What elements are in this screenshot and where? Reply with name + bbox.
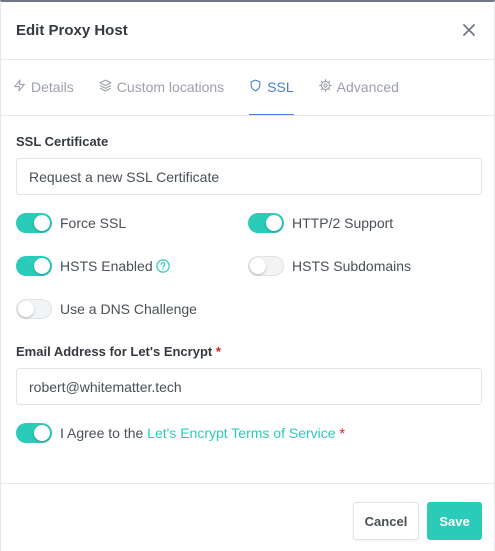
force-ssl-toggle[interactable] bbox=[16, 212, 52, 233]
ssl-certificate-select[interactable]: Request a new SSL Certificate bbox=[16, 158, 482, 195]
dns-challenge-toggle[interactable] bbox=[16, 298, 52, 319]
layers-icon bbox=[99, 79, 112, 95]
shield-icon bbox=[249, 79, 262, 95]
ssl-form: SSL Certificate Request a new SSL Certif… bbox=[1, 116, 494, 454]
close-icon[interactable] bbox=[460, 21, 478, 39]
email-value: robert@whitematter.tech bbox=[29, 378, 182, 395]
agree-terms-label: I Agree to the Let's Encrypt Terms of Se… bbox=[60, 425, 345, 441]
gear-icon bbox=[318, 79, 332, 95]
http2-support-toggle[interactable] bbox=[248, 212, 284, 233]
agree-required-mark: * bbox=[339, 424, 345, 441]
terms-of-service-link[interactable]: Let's Encrypt Terms of Service bbox=[147, 425, 335, 441]
modal-footer: Cancel Save bbox=[1, 483, 494, 551]
agree-row: I Agree to the Let's Encrypt Terms of Se… bbox=[16, 411, 480, 454]
lightning-icon bbox=[13, 79, 26, 95]
modal-header: Edit Proxy Host bbox=[1, 2, 494, 60]
agree-prefix: I Agree to the bbox=[60, 424, 148, 441]
tab-ssl[interactable]: SSL bbox=[249, 60, 294, 115]
hsts-enabled-label: HSTS Enabled bbox=[60, 257, 153, 274]
edit-proxy-host-modal: Edit Proxy Host Details Custom locations… bbox=[0, 0, 495, 551]
email-label-text: Email Address for Let's Encrypt bbox=[16, 344, 213, 359]
tab-custom-locations-label: Custom locations bbox=[116, 79, 225, 95]
tab-advanced[interactable]: Advanced bbox=[318, 60, 399, 115]
email-field[interactable]: robert@whitematter.tech bbox=[16, 368, 482, 405]
dns-challenge-label: Use a DNS Challenge bbox=[60, 300, 197, 317]
agree-terms-toggle[interactable] bbox=[16, 422, 52, 443]
hsts-enabled-toggle[interactable] bbox=[16, 255, 52, 276]
switch-row-3: Use a DNS Challenge bbox=[16, 287, 480, 330]
ssl-certificate-value: Request a new SSL Certificate bbox=[29, 168, 220, 185]
tab-details-label: Details bbox=[31, 79, 74, 95]
http2-support-label: HTTP/2 Support bbox=[292, 214, 394, 231]
ssl-certificate-label: SSL Certificate bbox=[16, 134, 109, 149]
tab-ssl-label: SSL bbox=[267, 79, 294, 95]
hsts-subdomains-label: HSTS Subdomains bbox=[292, 257, 412, 274]
modal-title: Edit Proxy Host bbox=[16, 22, 128, 39]
cancel-button[interactable]: Cancel bbox=[353, 502, 419, 540]
email-label: Email Address for Let's Encrypt * bbox=[16, 344, 480, 359]
save-button[interactable]: Save bbox=[427, 502, 482, 540]
required-mark: * bbox=[215, 344, 221, 359]
help-circle-icon[interactable] bbox=[155, 258, 170, 273]
tab-details[interactable]: Details bbox=[13, 60, 74, 115]
hsts-subdomains-toggle[interactable] bbox=[248, 255, 284, 276]
tab-bar: Details Custom locations SSL Advanced bbox=[1, 60, 494, 116]
switch-row-2: HSTS Enabled HSTS Subdomains bbox=[16, 244, 480, 287]
tab-advanced-label: Advanced bbox=[336, 79, 399, 95]
switch-row-1: Force SSL HTTP/2 Support bbox=[16, 201, 480, 244]
tab-custom-locations[interactable]: Custom locations bbox=[99, 60, 224, 115]
force-ssl-label: Force SSL bbox=[60, 214, 127, 231]
